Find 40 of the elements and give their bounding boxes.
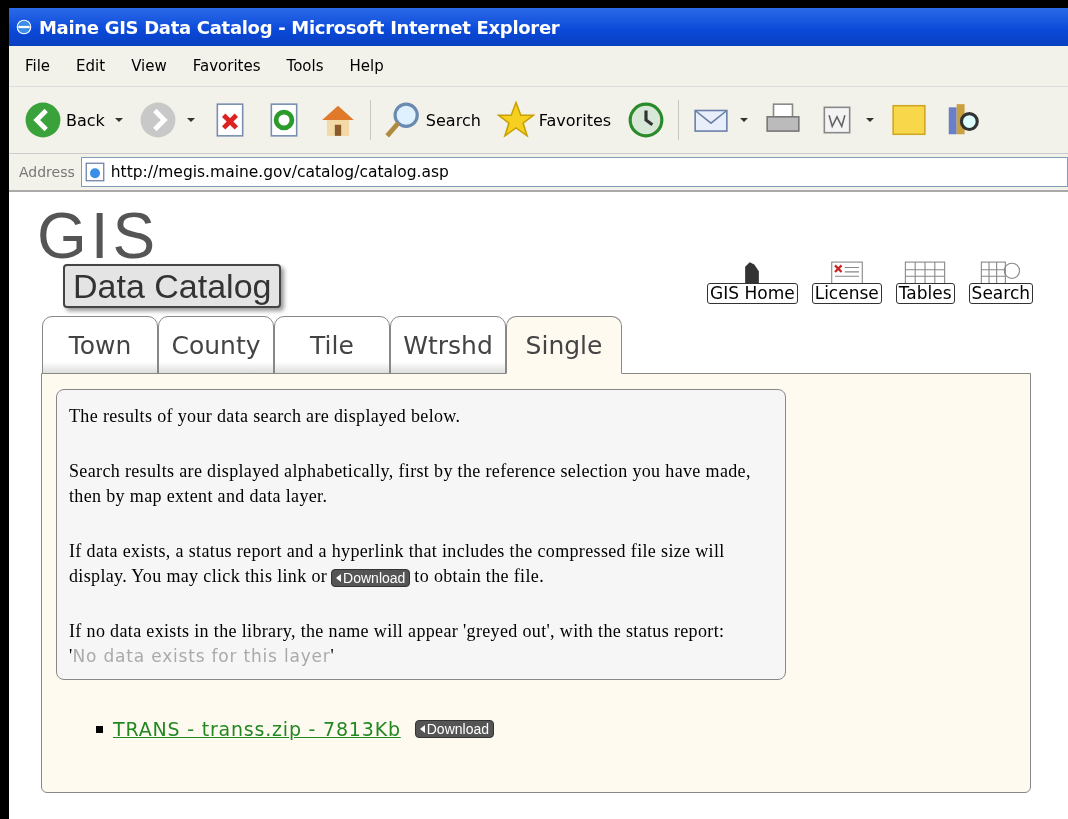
info-paragraph: If no data exists in the library, the name will appear 'greyed out', with the status report: 'No data exists for this layer'	[69, 620, 726, 668]
menu-item[interactable]: Favorites	[184, 55, 269, 77]
logo[interactable]: GIS Data Catalog	[33, 210, 282, 308]
clock-icon	[627, 101, 666, 139]
back-button[interactable]: Back	[17, 99, 130, 141]
menu-item[interactable]: Help	[341, 55, 392, 77]
nav-link[interactable]: License	[811, 261, 882, 304]
file-link[interactable]: TRANS - transs.zip - 7813Kb	[113, 718, 401, 740]
tab[interactable]: County	[158, 316, 274, 374]
tab[interactable]: Town	[42, 316, 158, 374]
menu-item[interactable]: Tools	[278, 55, 332, 77]
window-title: Maine GIS Data Catalog - Microsoft Internet Explorer	[39, 16, 560, 38]
page-icon	[84, 162, 105, 182]
menu-item[interactable]: Edit	[68, 55, 114, 77]
tab[interactable]: Wtrshd	[390, 316, 506, 374]
dropdown-caret-icon	[740, 118, 749, 122]
nav-link[interactable]: GIS Home	[707, 261, 798, 304]
dropdown-caret-icon	[186, 118, 195, 122]
download-button[interactable]: Download	[331, 568, 411, 587]
tab[interactable]: Single	[506, 316, 622, 374]
menu-item[interactable]: View	[123, 55, 175, 77]
nav-link[interactable]: Tables	[895, 261, 955, 304]
grid-magnifier-icon	[978, 261, 1023, 286]
info-paragraph: Search results are displayed alphabetically, first by the reference selection you have made, then by map extent and data layer.	[69, 460, 752, 508]
nav-link[interactable]: Search	[968, 261, 1033, 304]
bullet-icon	[96, 725, 103, 733]
address-field[interactable]: http://megis.maine.gov/catalog/catalog.asp	[80, 157, 1068, 187]
star-icon	[496, 101, 535, 139]
info-paragraph: If data exists, a status report and a hyperlink that includes the compressed file size will display. You may click this link or Download to obtain the file.	[69, 540, 726, 589]
favorites-button[interactable]: Favorites	[489, 99, 619, 141]
download-button[interactable]: Download	[414, 720, 494, 738]
tab[interactable]: Tile	[274, 316, 390, 374]
info-paragraph: The results of your data search are displayed below.	[69, 405, 462, 428]
dropdown-caret-icon	[114, 118, 123, 122]
table-icon	[903, 261, 948, 286]
search-icon	[383, 101, 422, 139]
dropdown-caret-icon	[866, 118, 875, 122]
search-button[interactable]: Search	[376, 99, 488, 141]
address-label: Address	[19, 164, 75, 180]
menu-item[interactable]: File	[17, 55, 59, 77]
